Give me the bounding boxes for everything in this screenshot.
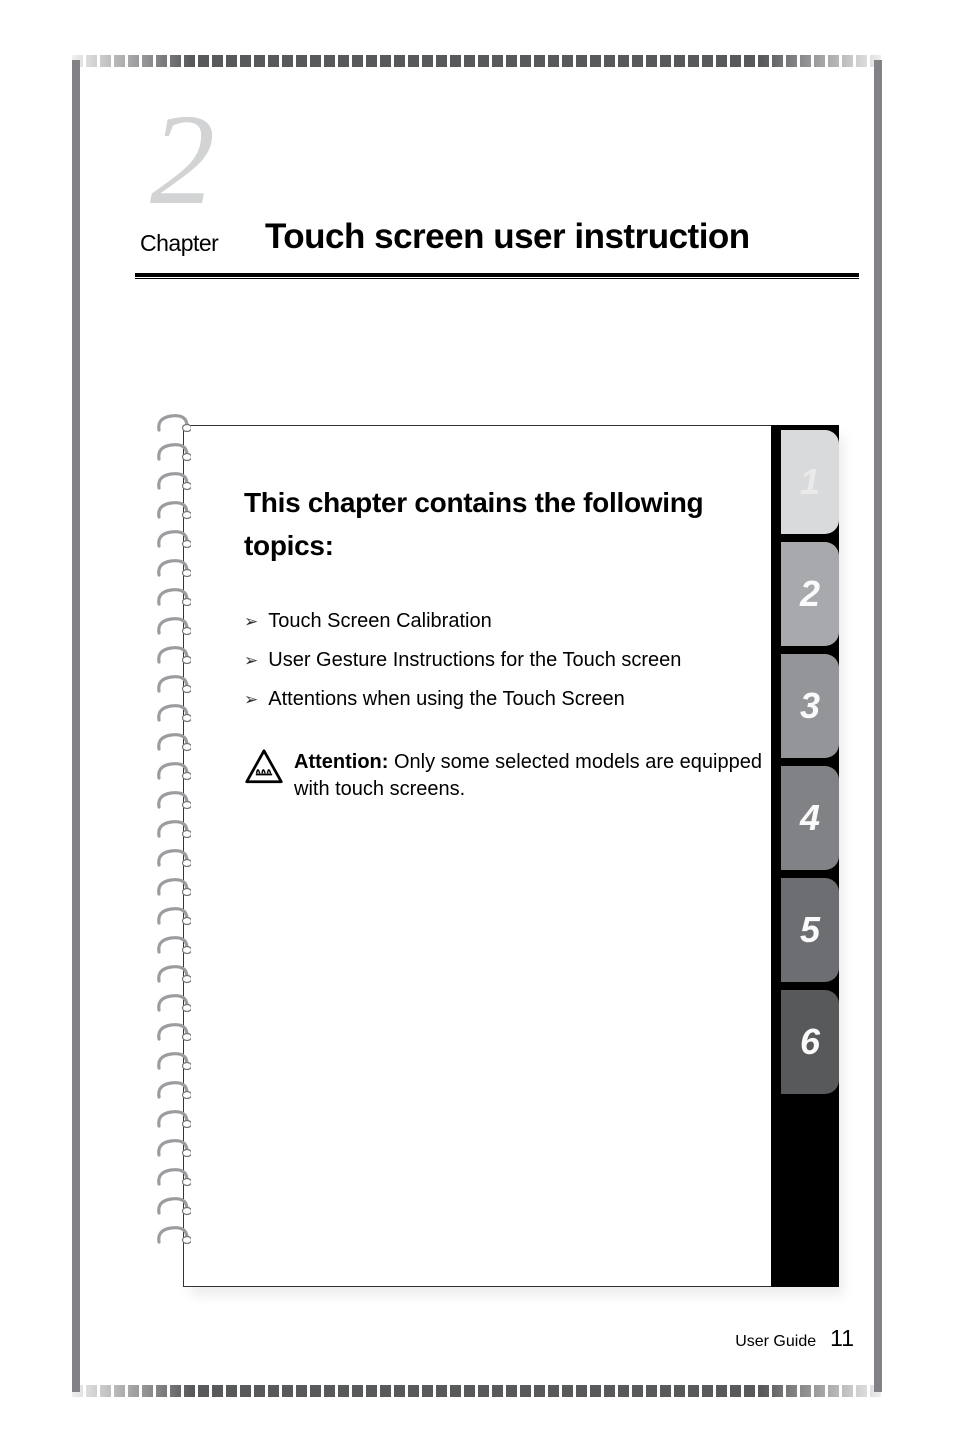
chapter-number-large: 2 (150, 95, 215, 225)
spiral-ring-icon (155, 1021, 191, 1047)
spiral-ring-icon (155, 876, 191, 902)
spiral-ring-icon (155, 644, 191, 670)
spiral-ring-icon (155, 934, 191, 960)
spiral-ring-icon (155, 1195, 191, 1221)
topic-item-label: Attentions when using the Touch Screen (268, 681, 625, 717)
chapter-tab-5[interactable]: 5 (781, 878, 839, 982)
topic-list: ➢ Touch Screen Calibration ➢ User Gestur… (244, 603, 790, 717)
spiral-ring-icon (155, 847, 191, 873)
spiral-ring-icon (155, 586, 191, 612)
chapter-tab-2[interactable]: 2 (781, 542, 839, 646)
spiral-ring-icon (155, 992, 191, 1018)
chapter-tabs-strip: 1 2 3 4 5 6 (771, 425, 839, 1287)
spiral-ring-icon (155, 1137, 191, 1163)
spiral-ring-icon (155, 673, 191, 699)
bullet-arrow-icon: ➢ (244, 646, 258, 677)
attention-warning-icon (244, 749, 284, 785)
chapter-tab-3[interactable]: 3 (781, 654, 839, 758)
chapter-title: Touch screen user instruction (265, 217, 750, 257)
footer-page-number: 11 (830, 1325, 854, 1352)
spiral-ring-icon (155, 615, 191, 641)
spiral-ring-icon (155, 702, 191, 728)
page-footer: User Guide 11 (735, 1325, 854, 1352)
chapter-tab-1[interactable]: 1 (781, 430, 839, 534)
topic-item-label: User Gesture Instructions for the Touch … (268, 642, 681, 678)
spiral-ring-icon (155, 470, 191, 496)
spiral-ring-icon (155, 1224, 191, 1250)
spiral-ring-icon (155, 412, 191, 438)
chapter-tab-4[interactable]: 4 (781, 766, 839, 870)
topic-item-label: Touch Screen Calibration (268, 603, 491, 639)
list-item: ➢ Attentions when using the Touch Screen (244, 681, 790, 717)
list-item: ➢ User Gesture Instructions for the Touc… (244, 642, 790, 678)
spiral-binding (155, 412, 191, 1297)
bullet-arrow-icon: ➢ (244, 685, 258, 716)
spiral-ring-icon (155, 1166, 191, 1192)
spiral-ring-icon (155, 528, 191, 554)
spiral-ring-icon (155, 441, 191, 467)
topics-card: This chapter contains the following topi… (183, 425, 839, 1287)
topics-heading: This chapter contains the following topi… (244, 481, 790, 568)
spiral-ring-icon (155, 818, 191, 844)
spiral-ring-icon (155, 789, 191, 815)
attention-block: Attention: Only some selected models are… (244, 749, 790, 803)
spiral-ring-icon (155, 1079, 191, 1105)
attention-text: Attention: Only some selected models are… (294, 749, 790, 803)
spiral-ring-icon (155, 557, 191, 583)
spiral-ring-icon (155, 731, 191, 757)
content-area: 2 Chapter Touch screen user instruction … (95, 80, 859, 1372)
spiral-ring-icon (155, 963, 191, 989)
spiral-ring-icon (155, 760, 191, 786)
chapter-tab-6[interactable]: 6 (781, 990, 839, 1094)
spiral-ring-icon (155, 1050, 191, 1076)
chapter-label: Chapter (140, 230, 218, 257)
list-item: ➢ Touch Screen Calibration (244, 603, 790, 639)
attention-label: Attention: (294, 751, 388, 773)
bullet-arrow-icon: ➢ (244, 607, 258, 638)
spiral-ring-icon (155, 1108, 191, 1134)
topics-card-wrap: This chapter contains the following topi… (183, 425, 839, 1287)
footer-guide-label: User Guide (735, 1333, 816, 1351)
title-underline (135, 273, 859, 279)
spiral-ring-icon (155, 905, 191, 931)
spiral-ring-icon (155, 499, 191, 525)
